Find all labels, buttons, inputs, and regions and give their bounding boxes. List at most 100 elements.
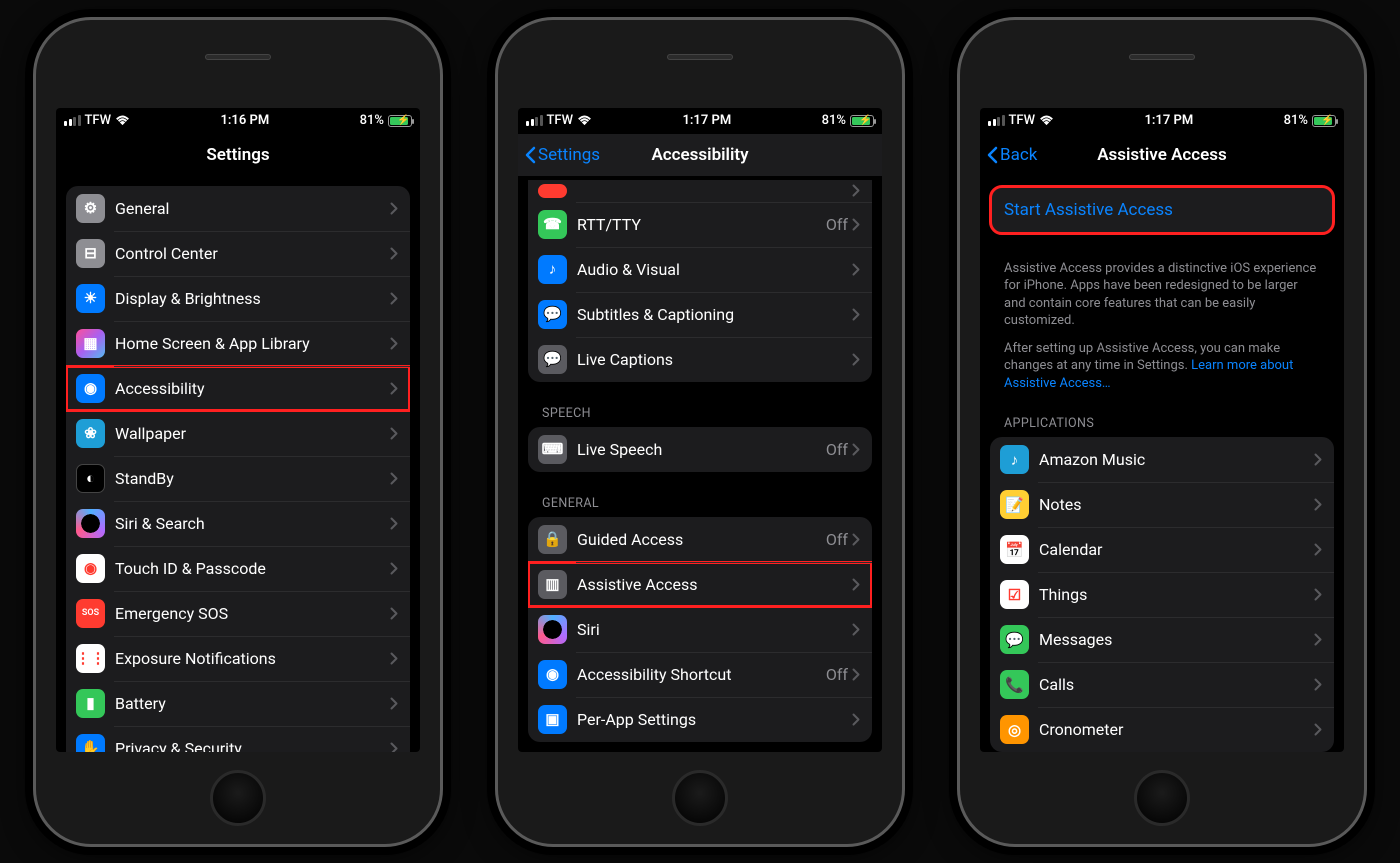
settings-row-cronometer[interactable]: ◎Cronometer [990, 707, 1334, 751]
row-label: Audio & Visual [577, 260, 852, 279]
row-label: Messages [1039, 630, 1314, 649]
access-icon: ◉ [76, 374, 105, 403]
assistive-description-2: After setting up Assistive Access, you c… [990, 330, 1334, 393]
home-button[interactable] [210, 770, 266, 826]
chevron-right-icon [852, 623, 860, 636]
settings-content[interactable]: ⚙ General ⊟Control Center☀Display & Bright… [56, 176, 420, 752]
settings-row-privacy-security[interactable]: ✋Privacy & Security [66, 726, 410, 752]
chevron-right-icon [852, 443, 860, 456]
siri-icon [76, 509, 105, 538]
screen-assistive-access: TFW 1:17 PM 81% ⚡ Back Assistive Access … [980, 108, 1344, 752]
settings-row-live-speech[interactable]: ⌨Live SpeechOff [528, 427, 872, 472]
start-assistive-group: Start Assistive Access [990, 186, 1334, 234]
ear-icon: ♪ [538, 255, 567, 284]
wifi-icon [1039, 115, 1054, 126]
phone-icon: 📞 [1000, 670, 1029, 699]
hearing-group: ☎RTT/TTYOff♪Audio & Visual💬Subtitles & C… [528, 180, 872, 382]
settings-row-siri-search[interactable]: Siri & Search [66, 501, 410, 546]
row-label: Accessibility [115, 379, 390, 398]
battery-pct: 81% [1284, 113, 1308, 128]
row-label: Touch ID & Passcode [115, 559, 390, 578]
row-label: Battery [115, 694, 390, 713]
hearing-icon [538, 184, 567, 198]
status-bar: TFW 1:17 PM 81% ⚡ [980, 108, 1344, 134]
settings-row-general[interactable]: ⚙ General [66, 186, 410, 231]
back-button[interactable]: Back [986, 134, 1037, 176]
clock: 1:17 PM [1144, 113, 1193, 128]
siri-icon [538, 615, 567, 644]
settings-row-rtt-tty[interactable]: ☎RTT/TTYOff [528, 202, 872, 247]
livecap-icon: 💬 [538, 345, 567, 374]
settings-row-wallpaper[interactable]: ❀Wallpaper [66, 411, 410, 456]
accessibility-content[interactable]: ☎RTT/TTYOff♪Audio & Visual💬Subtitles & C… [518, 176, 882, 752]
settings-row-subtitles-captioning[interactable]: 💬Subtitles & Captioning [528, 292, 872, 337]
assistive-content[interactable]: Start Assistive AccessAssistive Access p… [980, 176, 1344, 752]
status-bar: TFW 1:17 PM 81% ⚡ [518, 108, 882, 134]
settings-row-battery[interactable]: ▮ Battery [66, 681, 410, 726]
settings-row-assistive-access[interactable]: ▥Assistive Access [528, 562, 872, 607]
crono-icon: ◎ [1000, 715, 1029, 744]
settings-row-calendar[interactable]: 📅Calendar [990, 527, 1334, 572]
settings-row-audio-visual[interactable]: ♪ Audio & Visual [528, 247, 872, 292]
settings-row-messages[interactable]: 💬 Messages [990, 617, 1334, 662]
back-label: Back [1000, 145, 1037, 165]
settings-row-truncated[interactable] [528, 180, 872, 202]
settings-row-amazon-music[interactable]: ♪Amazon Music [990, 437, 1334, 482]
settings-row-guided-access[interactable]: 🔒Guided AccessOff [528, 517, 872, 562]
phone-speaker [667, 54, 733, 60]
settings-row-notes[interactable]: 📝Notes [990, 482, 1334, 527]
chevron-right-icon [852, 578, 860, 591]
row-label: Subtitles & Captioning [577, 305, 852, 324]
nav-bar: Back Assistive Access [980, 134, 1344, 176]
chevron-right-icon [852, 184, 860, 197]
chevron-right-icon [1314, 453, 1322, 466]
row-label: General [115, 199, 390, 218]
chevron-right-icon [390, 742, 398, 752]
settings-row-things[interactable]: ☑Things [990, 572, 1334, 617]
back-button[interactable]: Settings [524, 134, 600, 176]
sos-icon: SOS [76, 599, 105, 628]
carrier-label: TFW [1009, 113, 1036, 128]
row-label: Guided Access [577, 530, 826, 549]
row-value: Off [826, 530, 848, 549]
settings-row-touch-id-passcode[interactable]: ◉Touch ID & Passcode [66, 546, 410, 591]
start-assistive-access-button[interactable]: Start Assistive Access [990, 186, 1334, 234]
chevron-right-icon [1314, 723, 1322, 736]
row-label: Things [1039, 585, 1314, 604]
chevron-right-icon [852, 533, 860, 546]
settings-row-calls[interactable]: 📞Calls [990, 662, 1334, 707]
settings-row-siri[interactable]: Siri [528, 607, 872, 652]
chevron-right-icon [852, 263, 860, 276]
carrier-label: TFW [547, 113, 574, 128]
row-label: Live Captions [577, 350, 852, 369]
row-label: Wallpaper [115, 424, 390, 443]
gear-icon: ⚙ [76, 194, 105, 223]
settings-row-exposure-notifications[interactable]: ⋮⋮Exposure Notifications [66, 636, 410, 681]
settings-row-emergency-sos[interactable]: SOS Emergency SOS [66, 591, 410, 636]
row-label: StandBy [115, 469, 390, 488]
settings-row-standby[interactable]: ◐StandBy [66, 456, 410, 501]
battery-icon: ▮ [76, 689, 105, 718]
assist-icon: ▥ [538, 570, 567, 599]
signal-icon [988, 115, 1005, 126]
settings-row-accessibility[interactable]: ◉ Accessibility [66, 366, 410, 411]
settings-row-accessibility-shortcut[interactable]: ◉Accessibility ShortcutOff [528, 652, 872, 697]
messages-icon: 💬 [1000, 625, 1029, 654]
phone-frame-3: TFW 1:17 PM 81% ⚡ Back Assistive Access … [957, 17, 1367, 847]
grid-icon: ▦ [76, 329, 105, 358]
settings-row-per-app-settings[interactable]: ▣Per-App Settings [528, 697, 872, 742]
home-button[interactable] [1134, 770, 1190, 826]
settings-row-home-screen-app-library[interactable]: ▦Home Screen & App Library [66, 321, 410, 366]
chevron-right-icon [1314, 498, 1322, 511]
home-button[interactable] [672, 770, 728, 826]
row-label: Calendar [1039, 540, 1314, 559]
chevron-right-icon [1314, 588, 1322, 601]
settings-row-display-brightness[interactable]: ☀Display & Brightness [66, 276, 410, 321]
battery-pct: 81% [822, 113, 846, 128]
row-label: Amazon Music [1039, 450, 1314, 469]
learn-more-link[interactable]: Learn more about Assistive Access… [1004, 358, 1293, 391]
battery-pct: 81% [360, 113, 384, 128]
settings-row-control-center[interactable]: ⊟Control Center [66, 231, 410, 276]
settings-row-live-captions[interactable]: 💬 Live Captions [528, 337, 872, 382]
row-label: Emergency SOS [115, 604, 390, 623]
